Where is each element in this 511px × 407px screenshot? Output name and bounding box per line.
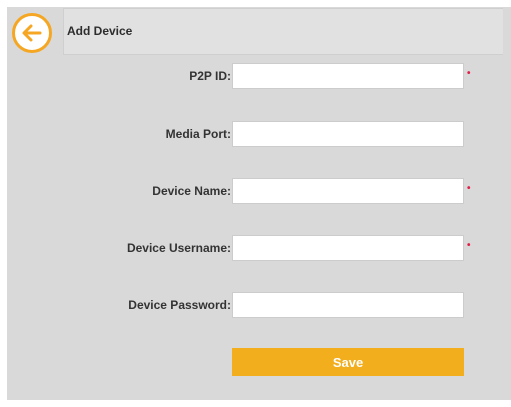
device-name-input[interactable] [232, 178, 464, 204]
device-password-input[interactable] [232, 292, 464, 318]
form-row-device-username: Device Username: • [0, 235, 511, 261]
page-title: Add Device [67, 24, 133, 38]
media-port-label: Media Port: [165, 127, 231, 141]
required-indicator: • [467, 68, 471, 79]
p2p-id-label: P2P ID: [189, 69, 231, 83]
device-username-input[interactable] [232, 235, 464, 261]
header-bar: Add Device [63, 8, 503, 55]
form-row-media-port: Media Port: [0, 121, 511, 147]
save-button[interactable]: Save [232, 348, 464, 376]
required-indicator: • [467, 183, 471, 194]
media-port-input[interactable] [232, 121, 464, 147]
form-row-p2p-id: P2P ID: • [0, 63, 511, 89]
device-username-label: Device Username: [126, 241, 231, 255]
form-row-device-password: Device Password: [0, 292, 511, 318]
device-password-label: Device Password: [128, 298, 231, 312]
p2p-id-input[interactable] [232, 63, 464, 89]
arrow-left-icon [22, 24, 42, 42]
form-row-device-name: Device Name: • [0, 178, 511, 204]
required-indicator: • [467, 240, 471, 251]
back-button[interactable] [12, 13, 52, 53]
device-name-label: Device Name: [152, 184, 231, 198]
